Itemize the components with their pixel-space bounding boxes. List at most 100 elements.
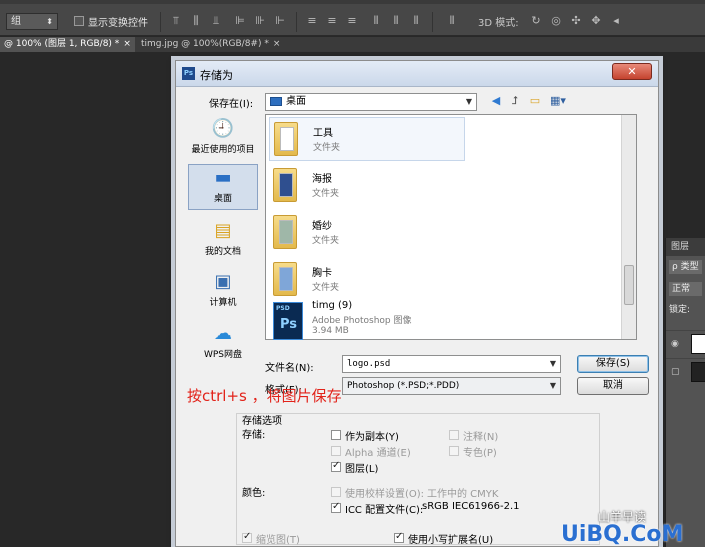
save-in-label: 保存在(I): [209, 99, 254, 110]
layer-filter-input[interactable]: ρ 类型 [669, 260, 702, 274]
tutorial-annotation: 按ctrl+s ，将图片保存 [187, 387, 342, 405]
file-type: Adobe Photoshop 图像 [312, 316, 412, 326]
file-type: 文件夹 [312, 236, 340, 246]
lock-label: 锁定: [669, 305, 691, 315]
format-dropdown[interactable]: Photoshop (*.PSD;*.PDD) ▼ [342, 377, 561, 395]
distribute-right-icon[interactable]: ⦀ [410, 15, 422, 27]
folder-icon [273, 215, 297, 249]
tab-label: timg.jpg @ 100%(RGB/8#) * [141, 39, 269, 49]
save-button[interactable]: 保存(S) [577, 355, 649, 373]
back-icon[interactable]: ◀ [489, 94, 503, 108]
close-icon[interactable]: × [273, 39, 281, 49]
file-name: 婚纱 [312, 221, 332, 232]
place-desktop[interactable]: ▬ 桌面 [188, 164, 258, 210]
align-left-icon[interactable]: ⊫ [234, 15, 246, 27]
slide-3d-icon[interactable]: ✥ [590, 15, 602, 27]
options-bar: 组 ⬍ 显示变换控件 ⫪ ⫼ ⫫ ⊫ ⊪ ⊩ ≡ ≡ ≡ ⦀ ⦀ ⦀ ⫴ 3D … [0, 0, 705, 36]
lowercase-ext-checkbox[interactable] [394, 531, 404, 543]
divider [432, 12, 433, 32]
desktop-icon: ▬ [214, 167, 232, 188]
file-name: timg (9) [312, 300, 353, 311]
blend-mode-select[interactable]: 正常 [669, 282, 702, 296]
layers-checkbox[interactable] [331, 460, 341, 472]
eye-icon[interactable]: ▢ [671, 367, 680, 377]
filename-input[interactable]: logo.psd ▼ [342, 355, 561, 373]
chevron-down-icon: ▼ [549, 359, 556, 368]
auto-select-group-dropdown[interactable]: 组 ⬍ [6, 13, 58, 30]
file-name: 工具 [313, 128, 333, 139]
view-menu-icon[interactable]: ▦▾ [547, 94, 569, 108]
notes-checkbox[interactable] [449, 430, 459, 440]
tab-document-1[interactable]: @ 100% (图层 1, RGB/8) * × [0, 37, 135, 52]
photoshop-icon: Ps [182, 67, 195, 80]
eye-icon[interactable]: ◉ [671, 339, 679, 349]
notes-label: 注释(N) [463, 432, 499, 443]
place-computer[interactable]: ▣ 计算机 [188, 269, 258, 315]
drag-3d-icon[interactable]: ✣ [570, 15, 582, 27]
list-item[interactable]: 海报 文件夹 [269, 164, 465, 208]
as-copy-checkbox[interactable] [331, 430, 341, 440]
scrollbar-thumb[interactable] [624, 265, 634, 305]
file-type: 文件夹 [312, 189, 340, 199]
filename-value: logo.psd [347, 359, 391, 369]
align-vcenter-icon[interactable]: ⫼ [190, 15, 202, 27]
vertical-scrollbar[interactable] [621, 115, 636, 339]
watermark-logo: UiBQ.CoM [561, 522, 684, 547]
align-right-icon[interactable]: ⊩ [274, 15, 286, 27]
align-top-icon[interactable]: ⫪ [170, 15, 182, 27]
cancel-button[interactable]: 取消 [577, 377, 649, 395]
distribute-hcenter-icon[interactable]: ⦀ [390, 15, 402, 27]
list-item[interactable]: 工具 文件夹 [269, 117, 465, 161]
tab-label: @ 100% (图层 1, RGB/8) * [4, 39, 120, 49]
alpha-channels-checkbox[interactable] [331, 446, 341, 456]
spot-colors-checkbox[interactable] [449, 446, 459, 456]
distribute-vcenter-icon[interactable]: ≡ [326, 15, 338, 27]
layers-panel-tab[interactable]: 图层 [666, 238, 705, 256]
save-in-dropdown[interactable]: 桌面 ▼ [265, 93, 477, 111]
scale-3d-icon[interactable]: ◂ [610, 15, 622, 27]
align-bottom-icon[interactable]: ⫫ [210, 15, 222, 27]
list-item[interactable]: 胸卡 文件夹 [269, 258, 465, 302]
folder-icon [274, 122, 298, 156]
close-button[interactable]: ✕ [612, 63, 652, 80]
place-label: 我的文档 [204, 247, 241, 257]
format-value: Photoshop (*.PSD;*.PDD) [347, 381, 460, 391]
alpha-channels-label: Alpha 通道(E) [345, 448, 411, 459]
divider [160, 12, 161, 32]
cloud-icon: ☁ [214, 323, 232, 344]
chevron-down-icon: ▼ [465, 97, 472, 106]
computer-icon: ▣ [214, 271, 232, 292]
color-label: 颜色: [242, 488, 266, 499]
close-icon[interactable]: × [123, 39, 131, 49]
list-item[interactable]: PSD Ps timg (9) Adobe Photoshop 图像 3.94 M… [269, 300, 465, 340]
distribute-top-icon[interactable]: ≡ [306, 15, 318, 27]
folder-icon [273, 262, 297, 296]
show-transform-checkbox[interactable] [74, 16, 84, 26]
place-label: 桌面 [213, 194, 232, 204]
file-type: 文件夹 [312, 283, 340, 293]
roll-3d-icon[interactable]: ◎ [550, 15, 562, 27]
place-documents[interactable]: ▤ 我的文档 [188, 218, 258, 264]
file-type: 文件夹 [313, 143, 341, 153]
up-folder-icon[interactable]: ⮥ [508, 94, 522, 108]
align-hcenter-icon[interactable]: ⊪ [254, 15, 266, 27]
thumbnail-checkbox[interactable] [242, 531, 252, 543]
file-name: 海报 [312, 174, 332, 185]
icc-profile-checkbox[interactable] [331, 501, 341, 513]
file-list[interactable]: 工具 文件夹 海报 文件夹 婚纱 文件夹 胸卡 文件夹 PSD Ps timg (… [265, 114, 637, 340]
list-item[interactable]: 婚纱 文件夹 [269, 211, 465, 255]
use-proof-checkbox[interactable] [331, 487, 341, 497]
auto-align-icon[interactable]: ⫴ [446, 15, 458, 27]
place-wps-cloud[interactable]: ☁ WPS网盘 [188, 321, 258, 367]
layers-panel: 图层 ρ 类型 正常 锁定: ◉ ▢ [665, 238, 705, 547]
rotate-3d-icon[interactable]: ↻ [530, 15, 542, 27]
auto-select-group-value: 组 [11, 16, 21, 27]
save-as-dialog: Ps 存储为 ✕ 保存在(I): 桌面 ▼ ◀ ⮥ ▭ ▦▾ 🕘 最近使用的项目… [175, 60, 659, 547]
tab-document-2[interactable]: timg.jpg @ 100%(RGB/8#) * × [137, 37, 284, 52]
new-folder-icon[interactable]: ▭ [528, 94, 542, 108]
distribute-left-icon[interactable]: ⦀ [370, 15, 382, 27]
place-recent[interactable]: 🕘 最近使用的项目 [188, 116, 258, 162]
layer-row[interactable]: ◉ [666, 330, 705, 356]
layer-row[interactable]: ▢ [666, 358, 705, 384]
distribute-bottom-icon[interactable]: ≡ [346, 15, 358, 27]
